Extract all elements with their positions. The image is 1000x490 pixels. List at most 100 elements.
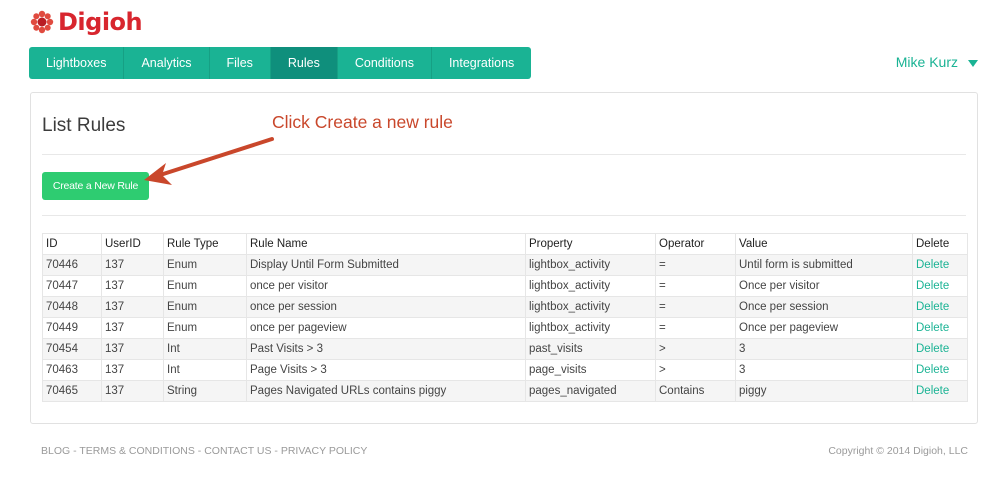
table-row: 70449 137 Enum once per pageview lightbox_ac… [42,317,968,339]
footer-link-blog[interactable]: BLOG [41,445,70,457]
col-header-property: Property [525,233,656,255]
cell-operator: Contains [655,380,736,402]
cell-rule-name: once per visitor [246,275,526,297]
cell-property: lightbox_activity [525,275,656,297]
caret-down-icon [968,59,978,67]
cell-value: Until form is submitted [735,254,913,276]
footer-link-terms[interactable]: TERMS & CONDITIONS [79,445,195,457]
cell-rule-name: Page Visits > 3 [246,359,526,381]
main-nav: Lightboxes Analytics Files Rules Conditi… [29,47,532,79]
tab-rules[interactable]: Rules [270,47,338,79]
cell-rule-name: Past Visits > 3 [246,338,526,360]
tab-integrations[interactable]: Integrations [432,47,531,79]
cell-userid: 137 [101,338,164,360]
cell-id: 70447 [42,275,102,297]
footer-links: BLOG - TERMS & CONDITIONS - CONTACT US -… [41,445,367,457]
cell-userid: 137 [101,275,164,297]
delete-link[interactable]: Delete [912,296,968,318]
col-header-rule-name: Rule Name [246,233,526,255]
delete-link[interactable]: Delete [912,338,968,360]
cell-operator: > [655,359,736,381]
col-header-operator: Operator [655,233,736,255]
footer-separator: - [70,445,80,457]
col-header-userid: UserID [101,233,164,255]
cell-id: 70449 [42,317,102,339]
delete-link[interactable]: Delete [912,254,968,276]
cell-userid: 137 [101,317,164,339]
cell-rule-type: String [163,380,247,402]
delete-link[interactable]: Delete [912,317,968,339]
cell-id: 70446 [42,254,102,276]
brand-name: Digioh [58,8,143,36]
rules-panel: List Rules Click Create a new rule Creat… [30,92,978,424]
cell-value: Once per visitor [735,275,913,297]
cell-rule-name: Pages Navigated URLs contains piggy [246,380,526,402]
col-header-id: ID [42,233,102,255]
footer-link-contact[interactable]: CONTACT US [204,445,271,457]
cell-id: 70465 [42,380,102,402]
create-rule-button[interactable]: Create a New Rule [42,172,149,200]
cell-id: 70454 [42,338,102,360]
cell-property: lightbox_activity [525,254,656,276]
cell-operator: > [655,338,736,360]
footer-link-privacy[interactable]: PRIVACY POLICY [281,445,368,457]
footer-separator: - [194,445,205,457]
brand-logo[interactable]: Digioh [30,8,143,36]
cell-rule-type: Enum [163,275,247,297]
cell-rule-name: Display Until Form Submitted [246,254,526,276]
annotation-text: Click Create a new rule [272,112,453,132]
cell-operator: = [655,254,736,276]
user-name: Mike Kurz [895,54,958,70]
tab-conditions[interactable]: Conditions [338,47,432,79]
cell-value: 3 [735,338,913,360]
table-row: 70454 137 Int Past Visits > 3 past_visits >3 D… [42,338,968,360]
table-row: 70448 137 Enum once per session lightbox_act… [42,296,968,318]
tab-files[interactable]: Files [210,47,271,79]
copyright: Copyright © 2014 Digioh, LLC [828,445,968,457]
cell-rule-type: Int [163,359,247,381]
cell-rule-name: once per session [246,296,526,318]
cell-operator: = [655,296,736,318]
table-row: 70463 137 Int Page Visits > 3 page_visits >3 D… [42,359,968,381]
cell-property: lightbox_activity [525,317,656,339]
cell-rule-type: Enum [163,254,247,276]
col-header-value: Value [735,233,913,255]
cell-userid: 137 [101,296,164,318]
cell-rule-type: Enum [163,296,247,318]
cell-value: piggy [735,380,913,402]
cell-userid: 137 [101,254,164,276]
cell-rule-type: Int [163,338,247,360]
cell-value: Once per pageview [735,317,913,339]
sun-burst-icon [30,10,54,34]
col-header-delete: Delete [912,233,968,255]
cell-rule-name: once per pageview [246,317,526,339]
cell-rule-type: Enum [163,317,247,339]
rules-table: ID UserID Rule Type Rule Name Property O… [42,233,968,402]
delete-link[interactable]: Delete [912,380,968,402]
page-title: List Rules [42,115,126,136]
tab-lightboxes[interactable]: Lightboxes [29,47,125,79]
cell-operator: = [655,275,736,297]
col-header-rule-type: Rule Type [163,233,247,255]
cell-property: pages_navigated [525,380,656,402]
divider [42,154,966,155]
cell-property: page_visits [525,359,656,381]
cell-id: 70463 [42,359,102,381]
table-row: 70465 137 String Pages Navigated URLs conta… [42,380,968,402]
tab-analytics[interactable]: Analytics [124,47,210,79]
cell-id: 70448 [42,296,102,318]
footer-separator: - [271,445,281,457]
table-row: 70447 137 Enum once per visitor lightbox_act… [42,275,968,297]
table-header-row: ID UserID Rule Type Rule Name Property O… [42,233,968,255]
cell-value: 3 [735,359,913,381]
cell-value: Once per session [735,296,913,318]
cell-operator: = [655,317,736,339]
cell-userid: 137 [101,359,164,381]
divider [42,215,966,216]
delete-link[interactable]: Delete [912,275,968,297]
delete-link[interactable]: Delete [912,359,968,381]
user-menu[interactable]: Mike Kurz [896,54,978,70]
cell-property: lightbox_activity [525,296,656,318]
cell-property: past_visits [525,338,656,360]
cell-userid: 137 [101,380,164,402]
